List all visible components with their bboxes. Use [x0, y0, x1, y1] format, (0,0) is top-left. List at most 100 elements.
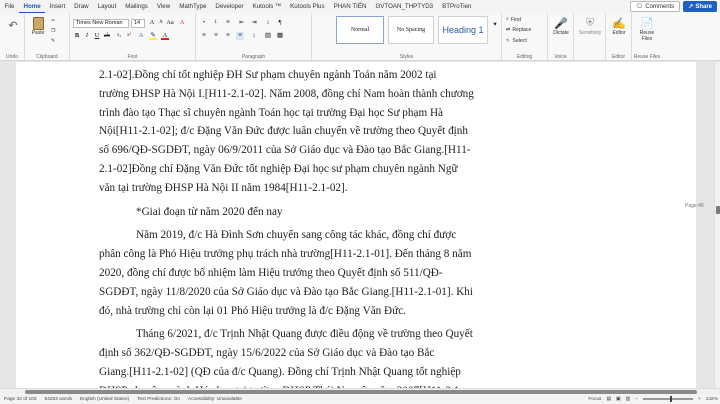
style-heading-1[interactable]: Heading 1: [438, 16, 488, 44]
text-line: Nội[H11-2.1-02]; đ/c Đặng Văn Đức được l…: [99, 122, 536, 141]
text-segment: được bổ nhiệm làm Hiệu trưởng theo Quyết…: [168, 266, 443, 279]
document-page[interactable]: 2.1-02].Đồng chí tốt nghiệp ĐH Sư phạm c…: [16, 62, 704, 388]
italic-button[interactable]: I: [83, 32, 91, 40]
sort-button[interactable]: ↕: [264, 19, 272, 27]
comment-icon: 🗨: [635, 4, 644, 10]
reuse-files-group: 📄 Reuse Files Reuse Files: [632, 13, 662, 61]
editor-group-label: Editor: [611, 54, 626, 60]
paragraph-group: • 1. ≡ ⇤ ⇥ ↕ ¶ ≡ ≡ ≡ ≡ ↕ ▧ ▦ Paragraph: [196, 13, 312, 61]
menu-tab-kutools-[interactable]: Kutools ™: [248, 0, 286, 13]
change-case-button[interactable]: Aa: [166, 19, 174, 27]
grow-font-button[interactable]: A: [148, 19, 156, 27]
vertical-scrollbar[interactable]: [714, 62, 720, 388]
share-button[interactable]: ↗ Share: [683, 1, 717, 12]
text-effects-button[interactable]: A: [137, 32, 145, 40]
format-painter-button[interactable]: ✎: [51, 38, 55, 44]
text-line: phân công là Phó Hiệu trưởng phụ trách n…: [99, 245, 536, 264]
menu-tab-insert[interactable]: Insert: [45, 0, 69, 13]
share-icon: ↗: [688, 4, 694, 10]
language[interactable]: English (United States): [76, 397, 133, 402]
share-label: Share: [695, 3, 712, 10]
style-no-spacing[interactable]: No Spacing: [388, 16, 434, 44]
style-normal[interactable]: Normal: [336, 16, 384, 44]
paragraph-3: Tháng 6/2021, đ/c Trịnh Nhật Quang được …: [99, 325, 536, 388]
menu-tab-layout[interactable]: Layout: [93, 0, 121, 13]
read-mode-icon[interactable]: ▤: [606, 397, 611, 402]
text-line: trường ĐHSP Hà Nội I.[H11-2.1-02]. Năm 2…: [99, 85, 536, 104]
find-button[interactable]: ⌕ Find: [506, 16, 521, 23]
menu-tab-file[interactable]: File: [0, 0, 19, 13]
document-text[interactable]: 2.1-02].Đồng chí tốt nghiệp ĐH Sư phạm c…: [99, 66, 536, 388]
zoom-in-icon[interactable]: +: [698, 397, 701, 402]
align-left-button[interactable]: ≡: [200, 32, 208, 40]
menu-tab-view[interactable]: View: [152, 0, 174, 13]
menu-tab-btprotien[interactable]: BTProTien: [438, 0, 476, 13]
font-color-button[interactable]: A: [161, 32, 169, 40]
text-segment: Năm 2019, đ/c Hà Đình Sơn chuyển sang cô…: [136, 229, 434, 242]
shading-button[interactable]: ▧: [264, 32, 272, 40]
zoom-level[interactable]: 142%: [706, 397, 718, 402]
menu-tab-developer[interactable]: Developer: [211, 0, 248, 13]
select-button[interactable]: ↖ Select: [506, 38, 527, 44]
menu-tab-home[interactable]: Home: [18, 0, 46, 13]
bullets-button[interactable]: •: [200, 19, 208, 27]
word-count[interactable]: 54253 words: [41, 397, 76, 402]
undo-button[interactable]: ↶: [6, 19, 20, 32]
menu-tab-phan-ti-n[interactable]: PHAN TIẾN: [329, 0, 371, 13]
strikethrough-button[interactable]: ab: [103, 32, 111, 40]
clear-format-button[interactable]: A: [178, 19, 186, 27]
menu-tab-mathtype[interactable]: MathType: [175, 0, 211, 13]
copy-button[interactable]: ❐: [51, 28, 56, 34]
cut-button[interactable]: ✂: [51, 18, 55, 24]
bold-button[interactable]: B: [73, 32, 81, 40]
borders-button[interactable]: ▦: [276, 32, 284, 40]
document-area: 2.1-02].Đồng chí tốt nghiệp ĐH Sư phạm c…: [0, 62, 714, 388]
menu-tab-kutools-plus[interactable]: Kutools Plus: [286, 0, 329, 13]
print-layout-icon[interactable]: ▣: [616, 397, 621, 402]
paste-button[interactable]: Paste: [29, 17, 47, 36]
accessibility-status[interactable]: Accessibility: Unavailable: [184, 397, 246, 402]
undo-group-label: Undo: [6, 54, 18, 60]
dictate-button[interactable]: 🎤 Dictate: [552, 17, 570, 36]
text-line: số 696/QĐ-SGDĐT, ngày 06/9/2011 của Sở G…: [99, 141, 536, 160]
justify-button[interactable]: ≡: [236, 32, 244, 40]
status-right: Focus ▤ ▣ ▥ − + 142%: [588, 394, 718, 404]
multilevel-button[interactable]: ≡: [224, 19, 232, 27]
underline-button[interactable]: U: [93, 32, 101, 40]
text-predictions[interactable]: Text Predictions: On: [133, 397, 184, 402]
line-spacing-button[interactable]: ↕: [250, 32, 258, 40]
superscript-button[interactable]: x²: [125, 32, 133, 40]
replace-button[interactable]: ⇄ Replace: [506, 27, 531, 33]
font-size-dropdown[interactable]: 14: [131, 19, 145, 28]
align-right-button[interactable]: ≡: [224, 32, 232, 40]
subscript-button[interactable]: x₂: [115, 32, 123, 40]
reuse-files-icon: 📄: [640, 18, 654, 30]
text-segment: 2.1-02]Đồng chí Đặng Văn Đức tốt nghiệp …: [99, 162, 458, 175]
align-center-button[interactable]: ≡: [212, 32, 220, 40]
editor-button[interactable]: ✍ Editor: [609, 17, 629, 36]
sensitivity-button[interactable]: ⛨ Sensitivity: [577, 17, 603, 36]
zoom-slider-knob[interactable]: [669, 396, 672, 402]
highlight-button[interactable]: ✎: [149, 32, 157, 40]
decrease-indent-button[interactable]: ⇤: [238, 19, 246, 27]
zoom-out-icon[interactable]: −: [635, 397, 638, 402]
numbering-button[interactable]: 1.: [212, 19, 220, 27]
menu-tab-gvtoan-thptyd3[interactable]: GVTOAN_THPTYD3: [371, 0, 438, 13]
comments-button[interactable]: 🗨 Comments: [629, 1, 681, 12]
shrink-font-button[interactable]: A: [157, 19, 165, 27]
web-layout-icon[interactable]: ▥: [626, 397, 631, 402]
vertical-scroll-thumb[interactable]: [716, 206, 720, 214]
zoom-slider[interactable]: [642, 396, 693, 402]
font-name-dropdown[interactable]: Times New Roman: [73, 19, 129, 28]
text-line: trình đào tạo Thạc sĩ chuyên ngành Toán …: [99, 104, 536, 123]
styles-more-icon[interactable]: ▾: [491, 21, 499, 29]
menu-tab-mailings[interactable]: Mailings: [121, 0, 153, 13]
focus-button[interactable]: Focus: [588, 397, 601, 402]
styles-group: Normal No Spacing Heading 1 ▾ Styles: [312, 13, 502, 61]
reuse-files-button[interactable]: 📄 Reuse Files: [635, 17, 659, 42]
increase-indent-button[interactable]: ⇥: [250, 19, 258, 27]
menu-tab-draw[interactable]: Draw: [70, 0, 93, 13]
page-count[interactable]: Page 32 of 103: [0, 397, 41, 402]
show-marks-button[interactable]: ¶: [276, 19, 284, 27]
text-line: Năm 2019, đ/c Hà Đình Sơn chuyển sang cô…: [99, 226, 536, 245]
